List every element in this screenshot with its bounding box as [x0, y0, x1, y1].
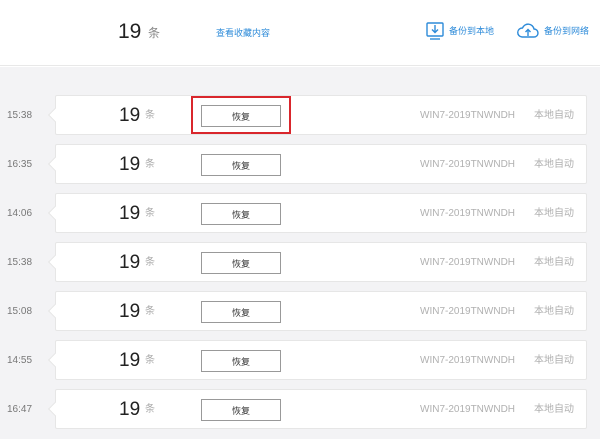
record-count: 19 — [119, 105, 141, 126]
restore-button[interactable]: 恢复 — [201, 252, 281, 274]
record-count: 19 — [119, 301, 141, 322]
cloud-upload-icon — [517, 23, 539, 38]
backup-record-row: 19 条 恢复 WIN7-2019TNWNDH 本地自动 — [47, 193, 587, 233]
record-count-unit: 条 — [145, 306, 155, 317]
row-time: 15:08 — [7, 306, 33, 317]
record-count: 19 — [119, 252, 141, 273]
backup-record-row: 19 条 恢复 WIN7-2019TNWNDH 本地自动 — [47, 242, 587, 282]
backup-record-row: 19 条 恢复 WIN7-2019TNWNDH 本地自动 — [47, 340, 587, 380]
backup-local-label: 备份到本地 — [449, 26, 495, 36]
record-count-unit: 条 — [145, 110, 155, 121]
device-name: WIN7-2019TNWNDH — [420, 306, 516, 317]
backup-network-button[interactable]: 备份到网络 — [516, 20, 589, 42]
restore-button[interactable]: 恢复 — [201, 350, 281, 372]
restore-button[interactable]: 恢复 — [201, 203, 281, 225]
device-name: WIN7-2019TNWNDH — [420, 110, 516, 121]
backup-mode: 本地自动 — [534, 257, 574, 268]
view-favorites-link[interactable]: 查看收藏内容 — [216, 27, 270, 39]
total-count-unit: 条 — [148, 26, 161, 40]
backup-record-row: 19 条 恢复 WIN7-2019TNWNDH 本地自动 — [47, 95, 587, 135]
backup-local-button[interactable]: 备份到本地 — [425, 20, 494, 42]
record-count-unit: 条 — [145, 404, 155, 415]
total-count: 19 — [118, 20, 142, 43]
device-name: WIN7-2019TNWNDH — [420, 257, 516, 268]
backup-history-page: 19 条 查看收藏内容 备份到本地 备份到网络 15:38 19 条 恢复 WI… — [0, 0, 600, 439]
row-time: 14:06 — [7, 208, 33, 219]
backup-record-row: 19 条 恢复 WIN7-2019TNWNDH 本地自动 — [47, 144, 587, 184]
record-count-unit: 条 — [145, 159, 155, 170]
record-count: 19 — [119, 350, 141, 371]
backup-network-label: 备份到网络 — [544, 26, 590, 36]
backup-mode: 本地自动 — [534, 355, 574, 366]
record-count-unit: 条 — [145, 257, 155, 268]
record-count: 19 — [119, 399, 141, 420]
device-name: WIN7-2019TNWNDH — [420, 208, 516, 219]
backup-mode: 本地自动 — [534, 306, 574, 317]
record-count-unit: 条 — [145, 355, 155, 366]
device-name: WIN7-2019TNWNDH — [420, 159, 516, 170]
row-time: 16:47 — [7, 404, 33, 415]
restore-button[interactable]: 恢复 — [201, 154, 281, 176]
row-time: 14:55 — [7, 355, 33, 366]
row-time: 15:38 — [7, 257, 33, 268]
row-time: 15:38 — [7, 110, 33, 121]
download-box-icon — [426, 22, 444, 40]
device-name: WIN7-2019TNWNDH — [420, 404, 516, 415]
restore-button[interactable]: 恢复 — [201, 399, 281, 421]
record-count: 19 — [119, 154, 141, 175]
backup-mode: 本地自动 — [534, 208, 574, 219]
backup-record-row: 19 条 恢复 WIN7-2019TNWNDH 本地自动 — [47, 389, 587, 429]
backup-mode: 本地自动 — [534, 404, 574, 415]
backup-mode: 本地自动 — [534, 159, 574, 170]
row-time: 16:35 — [7, 159, 33, 170]
backup-mode: 本地自动 — [534, 110, 574, 121]
backup-record-row: 19 条 恢复 WIN7-2019TNWNDH 本地自动 — [47, 291, 587, 331]
record-count-unit: 条 — [145, 208, 155, 219]
restore-button[interactable]: 恢复 — [201, 301, 281, 323]
summary-header: 19 条 查看收藏内容 备份到本地 备份到网络 — [0, 0, 600, 66]
restore-button[interactable]: 恢复 — [201, 105, 281, 127]
record-count: 19 — [119, 203, 141, 224]
device-name: WIN7-2019TNWNDH — [420, 355, 516, 366]
